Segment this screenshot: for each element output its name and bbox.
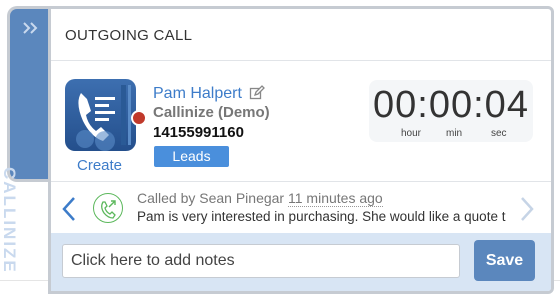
outgoing-call-icon: [93, 193, 123, 223]
activity-item: Called by Sean Pinegar 11 minutes ago Pa…: [51, 181, 551, 234]
timer-hour-label: hour: [401, 128, 422, 139]
timer-display: 00:00:04: [373, 84, 529, 126]
contact-avatar[interactable]: [65, 79, 136, 151]
phone-contact-icon: [76, 85, 131, 151]
create-link[interactable]: Create: [77, 157, 122, 174]
leads-button[interactable]: Leads: [154, 146, 229, 167]
panel-header: OUTGOING CALL: [51, 9, 551, 61]
contact-phone: 14155991160: [153, 124, 244, 141]
timer-sec-label: sec: [491, 128, 507, 139]
call-time-ago: 11 minutes ago: [288, 190, 383, 207]
called-by-text: Called by Sean Pinegar 11 minutes ago: [137, 190, 383, 207]
call-panel: OUTGOING CALL Create Pam Halpert Callini…: [48, 6, 554, 294]
double-chevron-right-icon[interactable]: [10, 21, 51, 40]
contact-company: Callinize (Demo): [153, 104, 270, 121]
brand-label: CALLINIZE: [0, 167, 19, 274]
notes-footer: Save: [51, 233, 551, 291]
notes-input[interactable]: [62, 244, 460, 278]
note-preview: Pam is very interested in purchasing. Sh…: [137, 209, 506, 224]
chevron-left-icon[interactable]: [61, 196, 77, 227]
timer-min-label: min: [446, 128, 463, 139]
pencil-edit-icon[interactable]: [249, 85, 265, 106]
callinize-side-tab[interactable]: CALLINIZE: [0, 6, 51, 274]
status-indicator: [131, 110, 147, 126]
chevron-right-icon[interactable]: [519, 196, 535, 227]
save-button[interactable]: Save: [474, 240, 535, 281]
page-title: OUTGOING CALL: [65, 27, 193, 44]
contact-name-link[interactable]: Pam Halpert: [153, 85, 242, 103]
call-timer: 00:00:04 hour min sec: [369, 80, 533, 142]
